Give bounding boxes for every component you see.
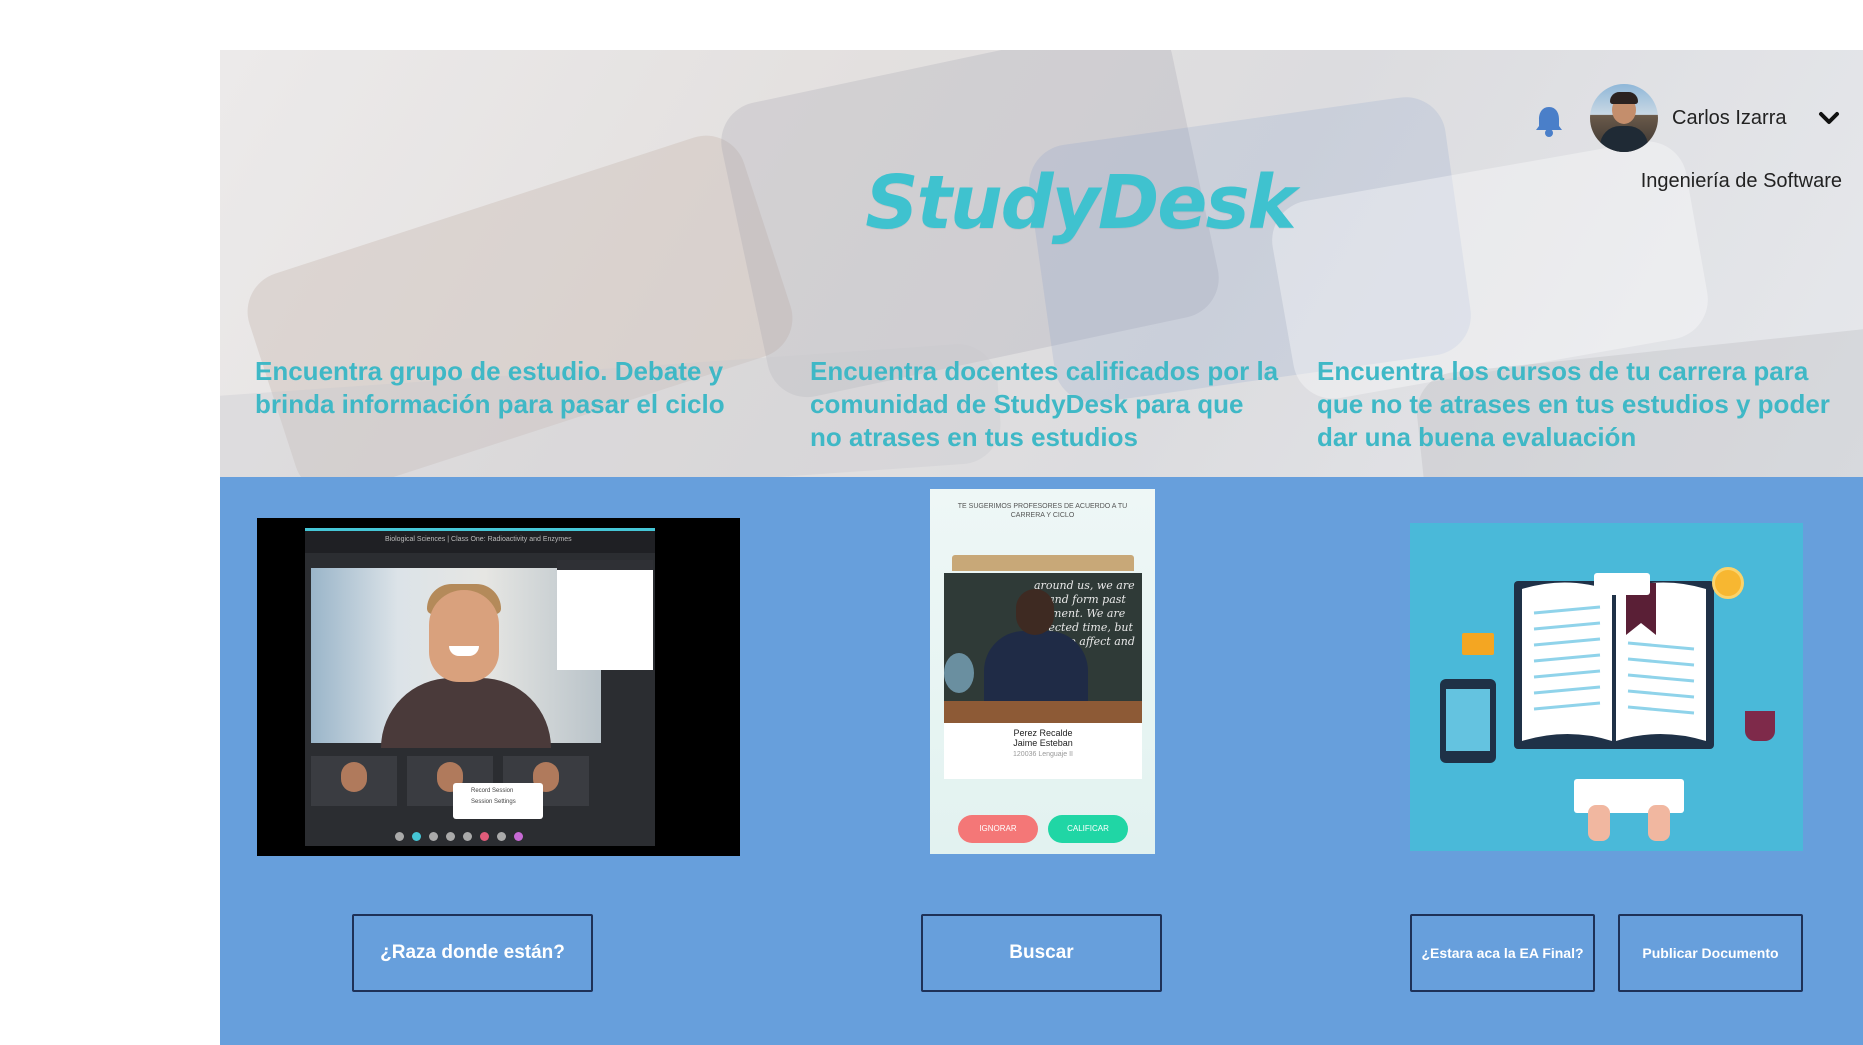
publish-document-button[interactable]: Publicar Documento	[1618, 914, 1803, 992]
teacher-suggestion-image: TE SUGERIMOS PROFESORES DE ACUERDO A TU …	[930, 489, 1155, 854]
teacher-header: TE SUGERIMOS PROFESORES DE ACUERDO A TU …	[957, 503, 1128, 519]
feature-teachers-text: Encuentra docentes calificados por la co…	[810, 356, 1279, 452]
chat-bubble-icon	[1594, 573, 1650, 595]
teacher-lastname: Perez Recalde	[1013, 728, 1073, 738]
book-icon	[1514, 581, 1714, 749]
right-hand-icon	[1648, 805, 1670, 841]
feature-courses-text: Encuentra los cursos de tu carrera para …	[1317, 356, 1830, 452]
app: StudyDesk Carlos Izarra Ingeniería de So…	[220, 50, 1863, 1045]
bell-icon[interactable]	[1534, 104, 1564, 138]
study-group-image: Biological Sciences | Class One: Radioac…	[257, 518, 740, 856]
left-hand-icon	[1588, 805, 1610, 841]
user-career: Ingeniería de Software	[1640, 170, 1842, 192]
avatar[interactable]	[1590, 84, 1658, 152]
courses-illustration	[1410, 523, 1803, 851]
menu-item: Record Session	[471, 788, 514, 794]
ignore-button: IGNORAR	[958, 815, 1038, 843]
hero-banner: StudyDesk Carlos Izarra Ingeniería de So…	[220, 50, 1863, 477]
user-name[interactable]: Carlos Izarra	[1672, 107, 1786, 130]
final-exam-button[interactable]: ¿Estara aca la EA Final?	[1410, 914, 1595, 992]
video-title-bar: Biological Sciences | Class One: Radioac…	[385, 536, 572, 543]
medal-icon	[1712, 567, 1744, 599]
teacher-course: 120036 Lenguaje II	[1013, 751, 1073, 758]
tablet-icon	[1440, 679, 1496, 763]
search-teachers-button[interactable]: Buscar	[921, 914, 1162, 992]
app-logo: StudyDesk	[865, 160, 1296, 246]
rate-button: CALIFICAR	[1048, 815, 1128, 843]
folder-icon	[1462, 633, 1494, 655]
teacher-firstname: Jaime Esteban	[1013, 738, 1073, 748]
menu-item: Session Settings	[471, 799, 516, 805]
whiteboard-panel	[557, 560, 653, 670]
chevron-down-icon[interactable]	[1818, 110, 1840, 126]
session-menu: Record Session Session Settings	[453, 783, 543, 819]
find-groups-button[interactable]: ¿Raza donde están?	[352, 914, 593, 992]
content-panel: Biological Sciences | Class One: Radioac…	[220, 477, 1863, 1045]
coffee-cup-icon	[1745, 711, 1775, 741]
teacher-photo: around us, we are in and form past momen…	[944, 573, 1142, 723]
feature-study-groups-text: Encuentra grupo de estudio. Debate y bri…	[255, 356, 725, 419]
